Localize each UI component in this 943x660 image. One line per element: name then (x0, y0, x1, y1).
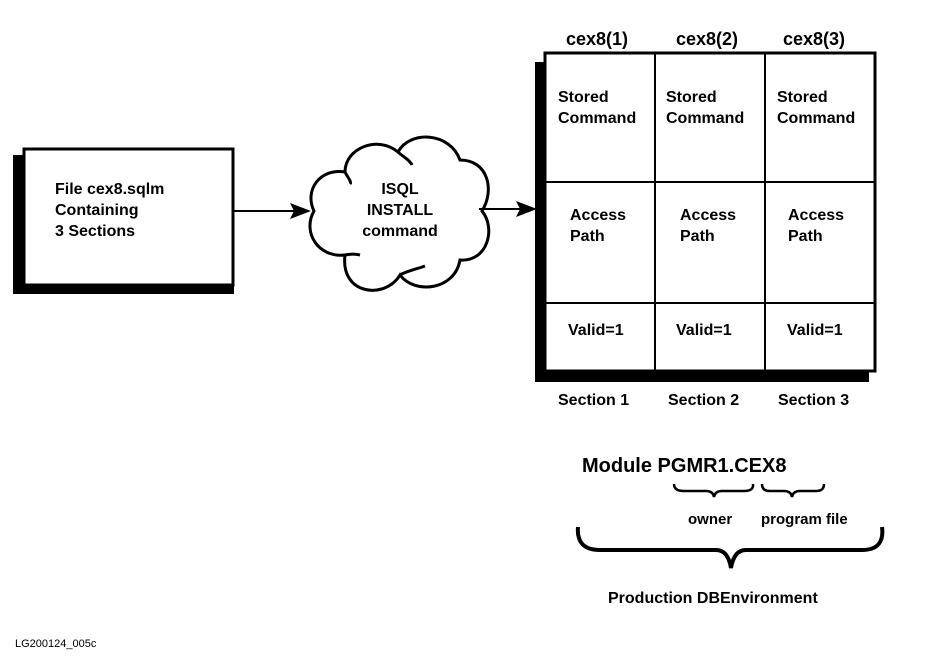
access-cell-3-line-1: Access (788, 207, 845, 224)
cloud-line-1: ISQL (381, 181, 419, 198)
module-name-label: Module PGMR1.CEX8 (582, 455, 787, 477)
column-header-2: cex8(2) (676, 29, 739, 49)
access-cell-2-line-2: Path (680, 228, 715, 245)
stored-cell-2-line-1: Stored (666, 89, 717, 106)
owner-brace (672, 483, 755, 498)
valid-cell-2: Valid=1 (676, 322, 732, 339)
figure-id: LG200124_005c (15, 638, 97, 650)
file-box-line-2: Containing (55, 202, 139, 219)
stored-cell-3-line-2: Command (777, 110, 856, 127)
program-file-label: program file (761, 511, 848, 528)
stored-cell-1-line-2: Command (558, 110, 637, 127)
access-cell-1-line-2: Path (570, 228, 605, 245)
cloud-line-2: INSTALL (366, 202, 434, 219)
access-cell-1-line-1: Access (570, 207, 627, 224)
stored-cell-1-line-1: Stored (558, 89, 609, 106)
section-label-2: Section 2 (668, 392, 740, 409)
section-label-1: Section 1 (558, 392, 630, 409)
column-header-3: cex8(3) (783, 29, 846, 49)
file-box-line-3: 3 Sections (55, 223, 136, 240)
access-cell-2-line-1: Access (680, 207, 737, 224)
valid-cell-3: Valid=1 (787, 322, 843, 339)
environment-label: Production DBEnvironment (608, 590, 818, 607)
cloud-line-3: command (362, 223, 438, 240)
environment-brace (575, 526, 885, 569)
program-file-brace (760, 483, 826, 498)
owner-label: owner (688, 511, 733, 528)
stored-cell-2-line-2: Command (666, 110, 745, 127)
access-cell-3-line-2: Path (788, 228, 823, 245)
stored-cell-3-line-1: Stored (777, 89, 828, 106)
column-header-1: cex8(1) (566, 29, 629, 49)
section-label-3: Section 3 (778, 392, 850, 409)
valid-cell-1: Valid=1 (568, 322, 624, 339)
file-box-line-1: File cex8.sqlm (55, 181, 165, 198)
